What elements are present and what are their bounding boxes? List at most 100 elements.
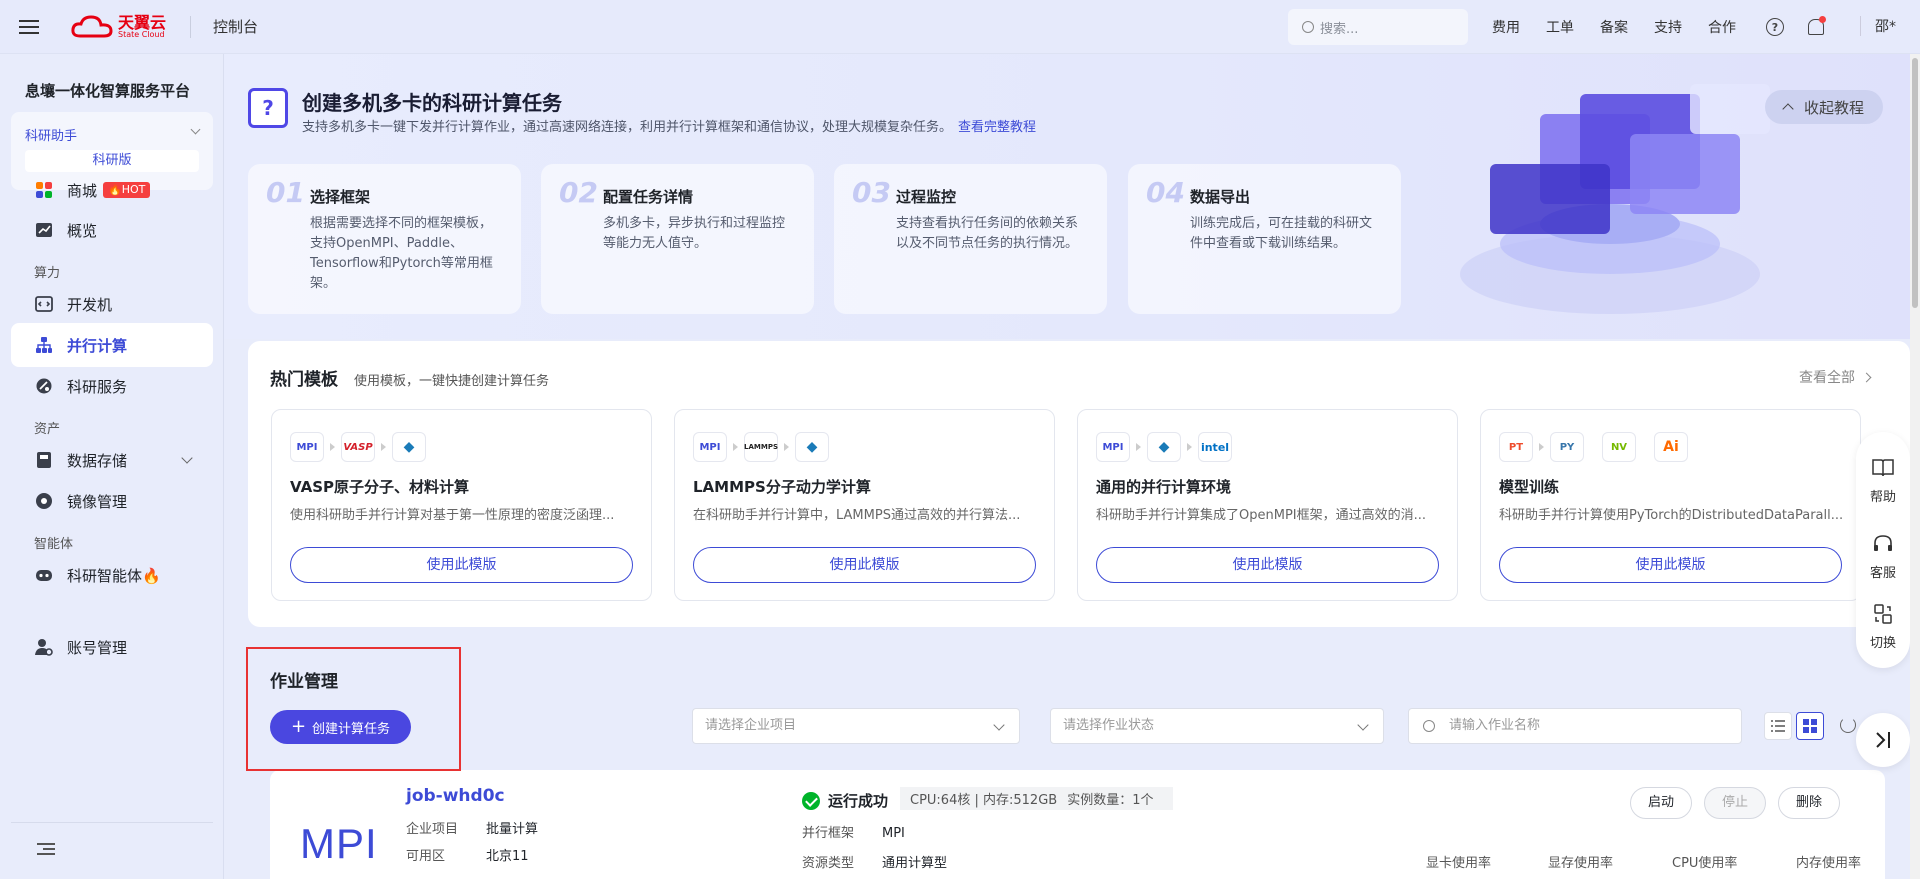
sidebar-item-label: 科研智能体🔥 bbox=[67, 566, 161, 585]
template-card[interactable]: MPI ◆ intel 通用的并行计算环境 科研助手并行计算集成了OpenMPI… bbox=[1077, 409, 1458, 601]
python-icon: PY bbox=[1550, 432, 1584, 462]
resource-tag: CPU:64核 | 内存:512GB 实例数量：1个 bbox=[900, 787, 1174, 810]
sidebar-item-devmachine[interactable]: 开发机 bbox=[11, 282, 213, 326]
gpu-usage-label: 显卡使用率 bbox=[1426, 856, 1492, 871]
sidebar-item-overview[interactable]: 概览 bbox=[11, 208, 213, 252]
banner-subtitle: 支持多机多卡一键下发并行计算作业，通过高速网络连接，利用并行计算框架和通信协议，… bbox=[302, 120, 1037, 135]
step-desc: 训练完成后，可在挂载的科研文件中查看或下载训练结果。 bbox=[1190, 216, 1373, 251]
template-name: 通用的并行计算环境 bbox=[1096, 478, 1232, 496]
hierarchy-icon bbox=[36, 337, 52, 353]
scrollbar-thumb[interactable] bbox=[1912, 58, 1918, 308]
sidebar-item-parallel-compute[interactable]: 并行计算 bbox=[11, 323, 213, 367]
nav-filing[interactable]: 备案 bbox=[1600, 17, 1628, 37]
vasp-icon: VASP bbox=[341, 432, 375, 462]
highlight-box bbox=[246, 647, 461, 771]
switch-button[interactable]: 切换 bbox=[1856, 604, 1910, 651]
logo[interactable]: 天翼云 State Cloud bbox=[70, 14, 166, 40]
sidebar: 息壤一体化智算服务平台 科研助手 科研版 商城 🔥HOT 概览 算力 开发机 并… bbox=[0, 54, 224, 879]
diamond-icon: ◆ bbox=[1147, 432, 1181, 462]
platform-title: 息壤一体化智算服务平台 bbox=[25, 82, 191, 100]
sidebar-item-agent[interactable]: 科研智能体🔥 bbox=[11, 553, 213, 597]
job-card[interactable]: MPI job-whd0c 企业项目 批量计算 可用区 北京11 运行成功 CPU:… bbox=[270, 770, 1885, 879]
mpi-icon: MPI bbox=[1096, 432, 1130, 462]
user-name[interactable]: 邵* bbox=[1860, 16, 1896, 36]
template-card[interactable]: MPI VASP ◆ VASP原子分子、材料计算 使用科研助手并行计算对基于第一… bbox=[271, 409, 652, 601]
template-card[interactable]: PT PY NV Ai 模型训练 科研助手并行计算使用PyTorch的Distr… bbox=[1480, 409, 1861, 601]
divider bbox=[11, 822, 213, 823]
diamond-icon: ◆ bbox=[795, 432, 829, 462]
sidebar-item-label: 科研服务 bbox=[67, 377, 128, 396]
step-desc: 多机多卡，异步执行和过程监控等能力无人值守。 bbox=[603, 216, 786, 251]
chevron-down-icon bbox=[190, 124, 201, 135]
use-template-button[interactable]: 使用此模版 bbox=[1096, 547, 1439, 583]
console-title[interactable]: 控制台 bbox=[213, 16, 258, 37]
switch-icon bbox=[1874, 604, 1892, 624]
chevron-down-icon bbox=[181, 452, 193, 464]
start-button[interactable]: 启动 bbox=[1630, 787, 1692, 819]
sidebar-item-images[interactable]: 镜像管理 bbox=[11, 479, 213, 523]
logo-text-en: State Cloud bbox=[118, 29, 165, 39]
sidebar-item-label: 开发机 bbox=[67, 295, 113, 314]
search-icon bbox=[1423, 720, 1435, 732]
lammps-icon: LAMMPS bbox=[744, 432, 778, 462]
template-card[interactable]: MPI LAMMPS ◆ LAMMPS分子动力学计算 在科研助手并行计算中，LA… bbox=[674, 409, 1055, 601]
refresh-icon[interactable] bbox=[1840, 717, 1856, 733]
question-icon: ? bbox=[248, 88, 288, 128]
job-name-link[interactable]: job-whd0c bbox=[406, 786, 505, 806]
stop-button[interactable]: 停止 bbox=[1704, 787, 1766, 819]
project-select[interactable]: 请选择企业项目 bbox=[692, 708, 1020, 744]
job-status: 运行成功 bbox=[802, 790, 888, 811]
use-template-button[interactable]: 使用此模版 bbox=[1499, 547, 1842, 583]
sidebar-item-label: 镜像管理 bbox=[67, 492, 128, 511]
job-zone: 可用区 北京11 bbox=[406, 849, 529, 864]
sidebar-item-mall[interactable]: 商城 🔥HOT bbox=[11, 168, 213, 212]
mpi-logo: MPI bbox=[300, 820, 378, 867]
nav-support[interactable]: 支持 bbox=[1654, 17, 1682, 37]
global-search-input[interactable]: 搜索... bbox=[1288, 9, 1468, 45]
step-card: 04 数据导出 训练完成后，可在挂载的科研文件中查看或下载训练结果。 bbox=[1128, 164, 1401, 314]
delete-button[interactable]: 删除 bbox=[1778, 787, 1840, 819]
tutorial-link[interactable]: 查看完整教程 bbox=[958, 120, 1036, 135]
nvidia-icon: NV bbox=[1602, 432, 1636, 462]
hot-templates-panel: 热门模板 使用模板，一键快捷创建计算任务 查看全部 MPI VASP ◆ VAS… bbox=[248, 341, 1910, 627]
use-template-button[interactable]: 使用此模版 bbox=[290, 547, 633, 583]
ai-icon: Ai bbox=[1654, 432, 1688, 462]
collapse-panel-button[interactable] bbox=[1856, 713, 1910, 767]
mpi-icon: MPI bbox=[693, 432, 727, 462]
job-management: 作业管理 + 创建计算任务 请选择企业项目 请选择作业状态 请输入作业名称 MPI… bbox=[248, 645, 1910, 879]
grid-view-button[interactable] bbox=[1796, 712, 1824, 740]
sidebar-item-research-service[interactable]: 科研服务 bbox=[11, 364, 213, 408]
view-all-link[interactable]: 查看全部 bbox=[1799, 367, 1872, 387]
help-icon[interactable]: ? bbox=[1766, 18, 1784, 36]
nav-partner[interactable]: 合作 bbox=[1708, 17, 1736, 37]
floating-toolbar: 帮助 客服 切换 bbox=[1856, 432, 1910, 668]
list-icon bbox=[1771, 720, 1785, 732]
collapse-sidebar-icon[interactable] bbox=[37, 843, 55, 855]
diamond-icon: ◆ bbox=[392, 432, 426, 462]
sidebar-item-label: 概览 bbox=[67, 221, 98, 240]
sidebar-item-account[interactable]: 账号管理 bbox=[11, 625, 213, 669]
check-circle-icon bbox=[802, 791, 820, 810]
step-title: 数据导出 bbox=[1190, 188, 1251, 206]
help-button[interactable]: 帮助 bbox=[1856, 458, 1910, 505]
cloud-logo-icon bbox=[71, 14, 113, 37]
bell-icon[interactable] bbox=[1806, 16, 1826, 37]
step-title: 选择框架 bbox=[310, 188, 371, 206]
nav-fees[interactable]: 费用 bbox=[1492, 17, 1520, 37]
nav-tickets[interactable]: 工单 bbox=[1546, 17, 1574, 37]
status-select[interactable]: 请选择作业状态 bbox=[1050, 708, 1384, 744]
sidebar-section-compute: 算力 bbox=[34, 266, 61, 281]
tutorial-banner: ? 创建多机多卡的科研计算任务 支持多机多卡一键下发并行计算作业，通过高速网络连… bbox=[224, 54, 1910, 339]
storage-icon bbox=[37, 452, 51, 468]
assistant-name: 科研助手 bbox=[25, 129, 78, 144]
list-view-button[interactable] bbox=[1764, 712, 1792, 740]
customer-service-button[interactable]: 客服 bbox=[1856, 534, 1910, 581]
job-name-search-input[interactable]: 请输入作业名称 bbox=[1408, 708, 1742, 744]
top-nav: 费用 工单 备案 支持 合作 bbox=[1492, 0, 1736, 54]
search-placeholder: 搜索... bbox=[1320, 21, 1359, 37]
use-template-button[interactable]: 使用此模版 bbox=[693, 547, 1036, 583]
menu-icon[interactable] bbox=[0, 0, 58, 54]
collapse-tutorial-button[interactable]: 收起教程 bbox=[1765, 90, 1883, 124]
step-number: 01 bbox=[266, 176, 305, 209]
sidebar-item-storage[interactable]: 数据存储 bbox=[11, 438, 213, 482]
